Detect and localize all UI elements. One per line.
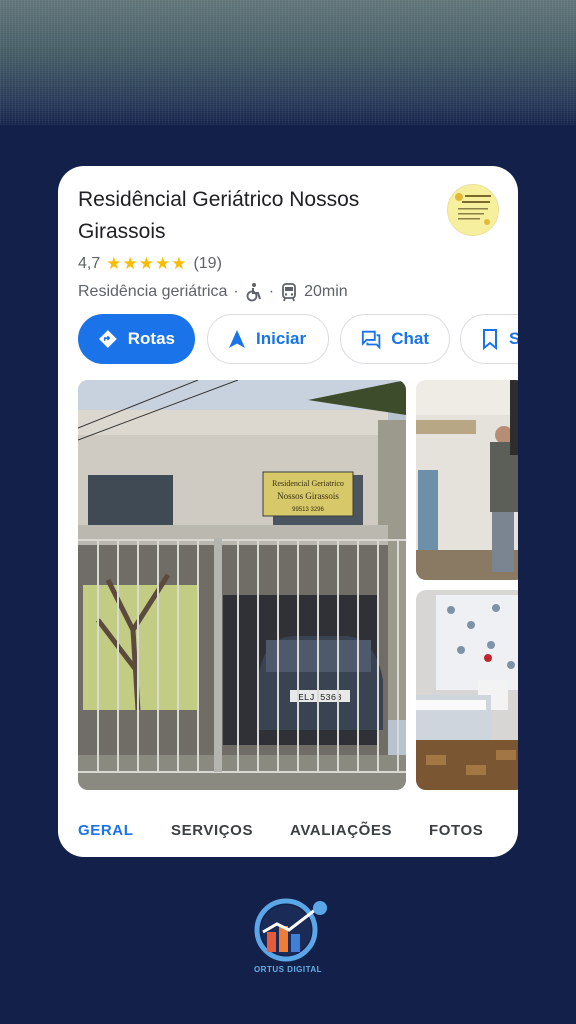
rating-row[interactable]: 4,7 ★★★★★ (19)	[78, 254, 222, 274]
transit-bus-icon	[282, 283, 296, 302]
sign-phone: 99513 3296	[292, 507, 324, 513]
place-title: Residêncial Geriátrico Nossos Girassois	[78, 188, 360, 243]
separator: ·	[268, 283, 275, 300]
save-label: S	[509, 329, 518, 348]
tab-fotos[interactable]: FOTOS	[429, 822, 483, 839]
place-thumbnail[interactable]	[447, 184, 499, 236]
sign-line2: Nossos Girassois	[277, 491, 339, 501]
brand-name: ORTUS DIGITAL	[253, 965, 323, 974]
interior-room-image	[416, 380, 518, 580]
place-card[interactable]: Residêncial Geriátrico Nossos Girassois …	[58, 166, 518, 857]
meta-row: Residência geriátrica · · 20min	[78, 282, 348, 302]
travel-time: 20min	[304, 283, 348, 300]
photo-house-facade[interactable]: Residencial Geriatrico Nossos Girassois …	[78, 380, 406, 790]
sign-line1: Residencial Geriatrico	[272, 479, 344, 488]
start-navigation-label: Iniciar	[256, 329, 307, 348]
tab-geral[interactable]: GERAL	[78, 822, 134, 839]
photo-bedroom[interactable]	[416, 590, 518, 790]
rating-stars-icon: ★★★★★	[106, 254, 188, 273]
directions-icon	[98, 330, 117, 348]
wheelchair-accessible-icon	[246, 283, 261, 302]
house-facade-image: Residencial Geriatrico Nossos Girassois …	[78, 380, 406, 790]
bookmark-icon	[483, 329, 497, 350]
navigation-arrow-icon	[229, 330, 245, 348]
tab-servicos[interactable]: SERVIÇOS	[171, 822, 253, 839]
rating-value: 4,7	[78, 255, 101, 272]
save-button[interactable]: S	[460, 314, 518, 364]
brand-logo	[253, 896, 329, 962]
bedroom-image	[416, 590, 518, 790]
chat-button[interactable]: Chat	[340, 314, 450, 364]
ortus-logo-icon	[254, 898, 327, 962]
thumbnail-sign-icon	[448, 185, 498, 235]
separator: ·	[233, 283, 239, 300]
chat-label: Chat	[391, 329, 429, 348]
directions-button[interactable]: Rotas	[78, 314, 195, 364]
tab-avaliacoes[interactable]: AVALIAÇÕES	[290, 822, 392, 839]
car-plate: ELJ 5363	[298, 693, 341, 703]
photo-interior-room[interactable]	[416, 380, 518, 580]
tab-bar: GERAL SERVIÇOS AVALIAÇÕES FOTOS	[58, 814, 518, 848]
directions-label: Rotas	[127, 329, 175, 348]
background-texture	[0, 0, 576, 125]
category-label: Residência geriátrica	[78, 283, 228, 300]
review-count: (19)	[193, 255, 222, 272]
chat-icon	[361, 330, 381, 350]
start-navigation-button[interactable]: Iniciar	[207, 314, 329, 364]
